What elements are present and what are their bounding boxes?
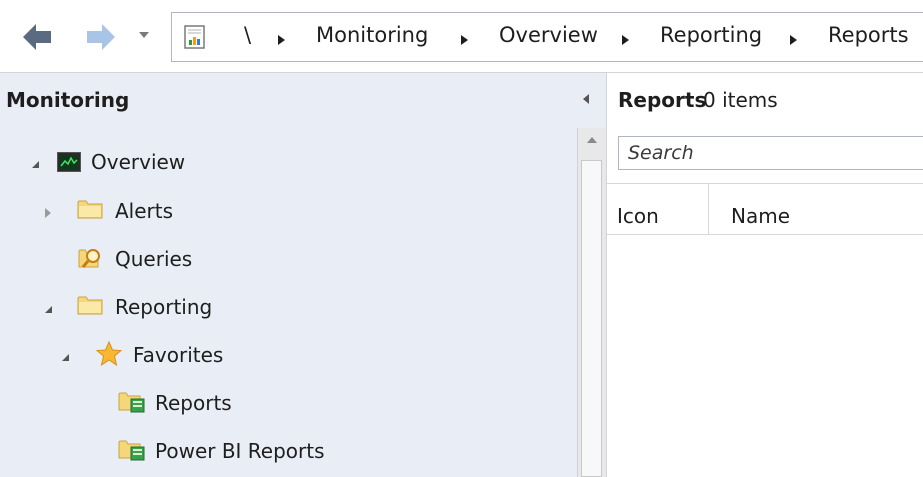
search-box[interactable] bbox=[618, 136, 923, 170]
tree-item-overview[interactable]: Overview bbox=[0, 143, 570, 183]
breadcrumb-reports[interactable]: Reports bbox=[828, 23, 909, 47]
breadcrumb-separator-icon[interactable] bbox=[278, 35, 285, 45]
content-pane: Reports 0 items Icon Name bbox=[607, 73, 923, 477]
tree-item-favorites[interactable]: Favorites bbox=[0, 336, 570, 376]
tree-item-label: Queries bbox=[115, 247, 193, 271]
folder-icon bbox=[77, 200, 103, 219]
back-arrow-icon bbox=[23, 24, 51, 50]
breadcrumb-overview[interactable]: Overview bbox=[499, 23, 598, 47]
column-header-name[interactable]: Name bbox=[731, 204, 790, 228]
document-chart-icon bbox=[184, 25, 205, 49]
tree-item-reports[interactable]: Reports bbox=[0, 384, 570, 424]
expanded-arrow-icon[interactable] bbox=[45, 306, 52, 313]
expanded-arrow-icon[interactable] bbox=[62, 354, 69, 361]
tree-item-label: Reporting bbox=[115, 295, 213, 319]
breadcrumb-monitoring[interactable]: Monitoring bbox=[316, 23, 428, 47]
breadcrumb-separator-icon[interactable] bbox=[461, 35, 468, 45]
forward-arrow-icon bbox=[87, 24, 115, 50]
collapse-pane-icon[interactable] bbox=[583, 94, 589, 104]
navigation-pane: Monitoring Overview Alerts Queries Repor… bbox=[0, 73, 606, 477]
breadcrumb-separator-icon[interactable] bbox=[622, 35, 629, 45]
item-count: 0 items bbox=[703, 88, 778, 112]
tree-item-label: Favorites bbox=[133, 343, 224, 367]
back-button[interactable] bbox=[18, 18, 56, 56]
breadcrumb-reporting[interactable]: Reporting bbox=[660, 23, 762, 47]
tree-item-power-bi-reports[interactable]: Power BI Reports bbox=[0, 432, 570, 472]
tree-item-alerts[interactable]: Alerts bbox=[0, 192, 570, 232]
query-folder-icon bbox=[78, 249, 100, 268]
nav-pane-scrollbar[interactable] bbox=[577, 128, 606, 477]
column-divider[interactable] bbox=[708, 184, 709, 234]
search-input[interactable] bbox=[619, 137, 923, 169]
expanded-arrow-icon[interactable] bbox=[32, 161, 39, 168]
history-dropdown-button[interactable] bbox=[139, 32, 149, 38]
tree-item-queries[interactable]: Queries bbox=[0, 240, 570, 280]
navigation-toolbar: \ Monitoring Overview Reporting Reports bbox=[0, 0, 923, 73]
forward-button[interactable] bbox=[82, 18, 120, 56]
column-header-icon[interactable]: Icon bbox=[617, 204, 659, 228]
nav-pane-title: Monitoring bbox=[6, 88, 130, 112]
scrollbar-thumb[interactable] bbox=[581, 160, 602, 477]
star-icon bbox=[95, 340, 123, 367]
content-title: Reports bbox=[618, 88, 707, 112]
scroll-up-icon[interactable] bbox=[587, 137, 597, 143]
tree-item-label: Overview bbox=[91, 150, 186, 174]
tree-item-label: Reports bbox=[155, 391, 232, 415]
report-folder-icon bbox=[118, 392, 145, 413]
address-bar[interactable]: \ Monitoring Overview Reporting Reports bbox=[171, 12, 923, 62]
breadcrumb-root[interactable]: \ bbox=[244, 23, 251, 47]
monitor-chart-icon bbox=[57, 152, 81, 172]
tree-item-label: Alerts bbox=[115, 199, 174, 223]
grid-header: Icon Name bbox=[607, 183, 923, 235]
folder-icon bbox=[77, 296, 103, 315]
tree-item-reporting[interactable]: Reporting bbox=[0, 288, 570, 328]
report-folder-icon bbox=[118, 440, 145, 461]
breadcrumb-separator-icon[interactable] bbox=[790, 35, 797, 45]
collapsed-arrow-icon[interactable] bbox=[45, 208, 51, 218]
tree-item-label: Power BI Reports bbox=[155, 439, 325, 463]
